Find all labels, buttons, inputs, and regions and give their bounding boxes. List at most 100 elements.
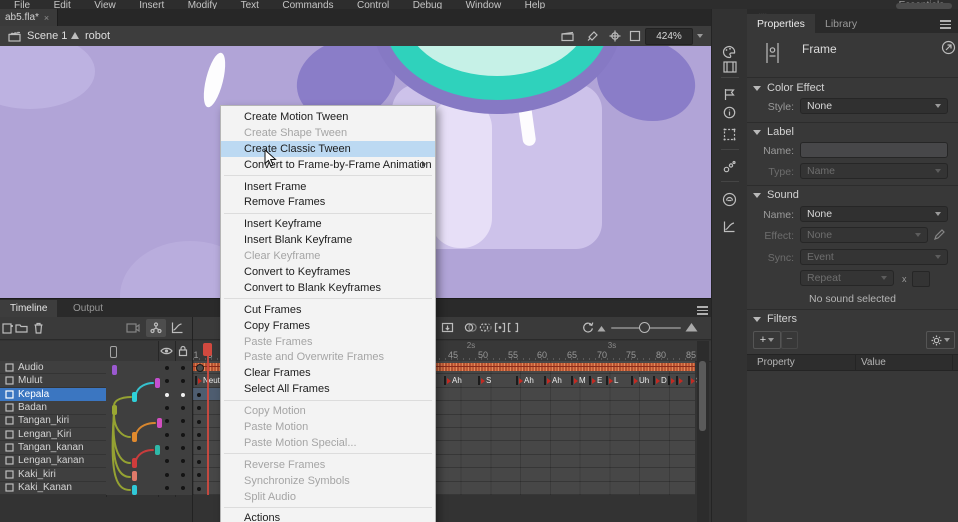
menu-item-select-all-frames[interactable]: Select All Frames [221,381,435,397]
flag-label-icon[interactable] [723,88,736,101]
layer-visibility-dot[interactable] [165,446,169,450]
edit-sound-pencil-icon[interactable] [933,228,945,241]
timeline-menu-icon[interactable] [697,304,708,317]
motion-graph-icon[interactable] [723,220,736,233]
layer-swatch[interactable] [132,432,137,442]
creative-cloud-icon[interactable] [722,192,737,207]
menu-item-create-classic-tween[interactable]: Create Classic Tween [221,141,435,157]
onion-skin-outlines-icon[interactable] [479,322,492,333]
layer-swatch[interactable] [155,445,160,455]
keyframe-label[interactable]: E [589,376,602,386]
section-sound[interactable]: Sound [753,189,799,201]
modify-markers-icon[interactable] [507,322,519,333]
keyframe-dot[interactable] [197,433,201,437]
keyframe-label[interactable]: L [606,376,618,386]
layer-swatch[interactable] [132,471,137,481]
menu-item-copy-frames[interactable]: Copy Frames [221,318,435,334]
keyframe-label[interactable]: M [571,376,586,386]
layer-swatch[interactable] [112,405,117,415]
layer-lock-dot[interactable] [181,366,185,370]
properties-menu-icon[interactable] [940,18,951,31]
keyframe-dot[interactable] [197,460,201,464]
keyframe-hollow[interactable] [196,364,204,372]
section-label[interactable]: Label [753,126,794,138]
color-palette-icon[interactable] [722,45,737,59]
menu-item-insert-keyframe[interactable]: Insert Keyframe [221,216,435,232]
layer-visibility-dot[interactable] [165,473,169,477]
menu-item-create-motion-tween[interactable]: Create Motion Tween [221,109,435,125]
document-tab[interactable]: ab5.fla* × [0,9,58,26]
keyframe-label[interactable]: Uh [631,376,649,386]
loop-playback-icon[interactable] [582,321,594,334]
paint-symbol-icon[interactable] [586,30,599,42]
scrollbar-thumb[interactable] [699,361,706,431]
keyframe-label[interactable] [668,376,676,386]
show-parenting-view-button[interactable] [146,319,166,337]
edit-scene-icon[interactable] [561,31,575,42]
style-select[interactable]: None [800,98,948,114]
menu-item-cut-frames[interactable]: Cut Frames [221,302,435,318]
layer-visibility-dot[interactable] [165,393,169,397]
visibility-eye-icon[interactable] [160,346,173,356]
layer-visibility-dot[interactable] [165,379,169,383]
timeline-vertical-scrollbar[interactable] [697,341,709,522]
keyframe-dot[interactable] [197,487,201,491]
sound-name-select[interactable]: None [800,206,948,222]
layer-swatch[interactable] [132,485,137,495]
layer-swatch[interactable] [112,365,117,375]
layer-visibility-dot[interactable] [165,459,169,463]
particles-dots-icon[interactable] [723,160,736,173]
layer-visibility-dot[interactable] [165,406,169,410]
tab-timeline[interactable]: Timeline [0,300,57,317]
onion-skin-icon[interactable] [464,322,477,333]
section-color-effect[interactable]: Color Effect [753,82,824,94]
help-link-icon[interactable] [941,40,956,55]
keyframe-label[interactable]: Ah [444,376,462,386]
tab-output[interactable]: Output [63,300,113,317]
menu-item-convert-to-blank-keyframes[interactable]: Convert to Blank Keyframes [221,280,435,296]
layer-visibility-dot[interactable] [165,433,169,437]
keyframe-dot[interactable] [197,473,201,477]
layer-visibility-dot[interactable] [165,419,169,423]
layer-swatch[interactable] [155,378,160,388]
layer-lock-dot[interactable] [181,433,185,437]
layer-swatch[interactable] [132,458,137,468]
camera-icon[interactable] [126,322,140,333]
frame-view-icon[interactable] [723,61,737,73]
menu-item-convert-frame-by-frame[interactable]: Convert to Frame-by-Frame Animation [221,157,435,173]
keyframe-label[interactable] [676,376,684,386]
layer-lock-dot[interactable] [181,486,185,490]
tab-properties[interactable]: Properties [747,14,815,33]
filter-options-button[interactable] [926,331,955,349]
zoom-in-mountain-icon[interactable] [685,322,698,332]
breadcrumb-scene[interactable]: Scene 1 [27,30,67,42]
keyframe-label[interactable]: D [653,376,667,386]
layer-visibility-dot[interactable] [165,366,169,370]
keyframe-label[interactable]: Ah [516,376,534,386]
edit-multiple-frames-icon[interactable] [494,322,506,333]
zoom-level-select[interactable]: 424% [645,28,693,45]
layer-lock-dot[interactable] [181,379,185,383]
delete-layer-trash-icon[interactable] [33,322,44,334]
info-icon[interactable] [723,106,736,119]
layer-visibility-dot[interactable] [165,486,169,490]
layer-lock-dot[interactable] [181,459,185,463]
playhead-marker[interactable] [203,343,212,356]
label-name-input[interactable] [800,142,948,158]
lock-icon[interactable] [178,345,188,357]
layer-swatch[interactable] [132,392,137,402]
center-frame-icon[interactable] [441,321,454,334]
keyframe-dot[interactable] [197,420,201,424]
layer-swatch[interactable] [157,418,162,428]
graph-editor-icon[interactable] [171,321,184,334]
transform-grid-icon[interactable] [723,128,736,141]
close-tab-icon[interactable]: × [44,13,49,23]
remove-filter-button[interactable]: − [781,331,798,349]
menu-item-insert-blank-keyframe[interactable]: Insert Blank Keyframe [221,232,435,248]
timeline-zoom-slider-knob[interactable] [639,322,650,333]
menu-item-convert-to-keyframes[interactable]: Convert to Keyframes [221,264,435,280]
keyframe-label[interactable]: Ah [544,376,562,386]
menu-item-actions[interactable]: Actions [221,510,435,522]
layer-lock-dot[interactable] [181,473,185,477]
keyframe-dot[interactable] [197,406,201,410]
